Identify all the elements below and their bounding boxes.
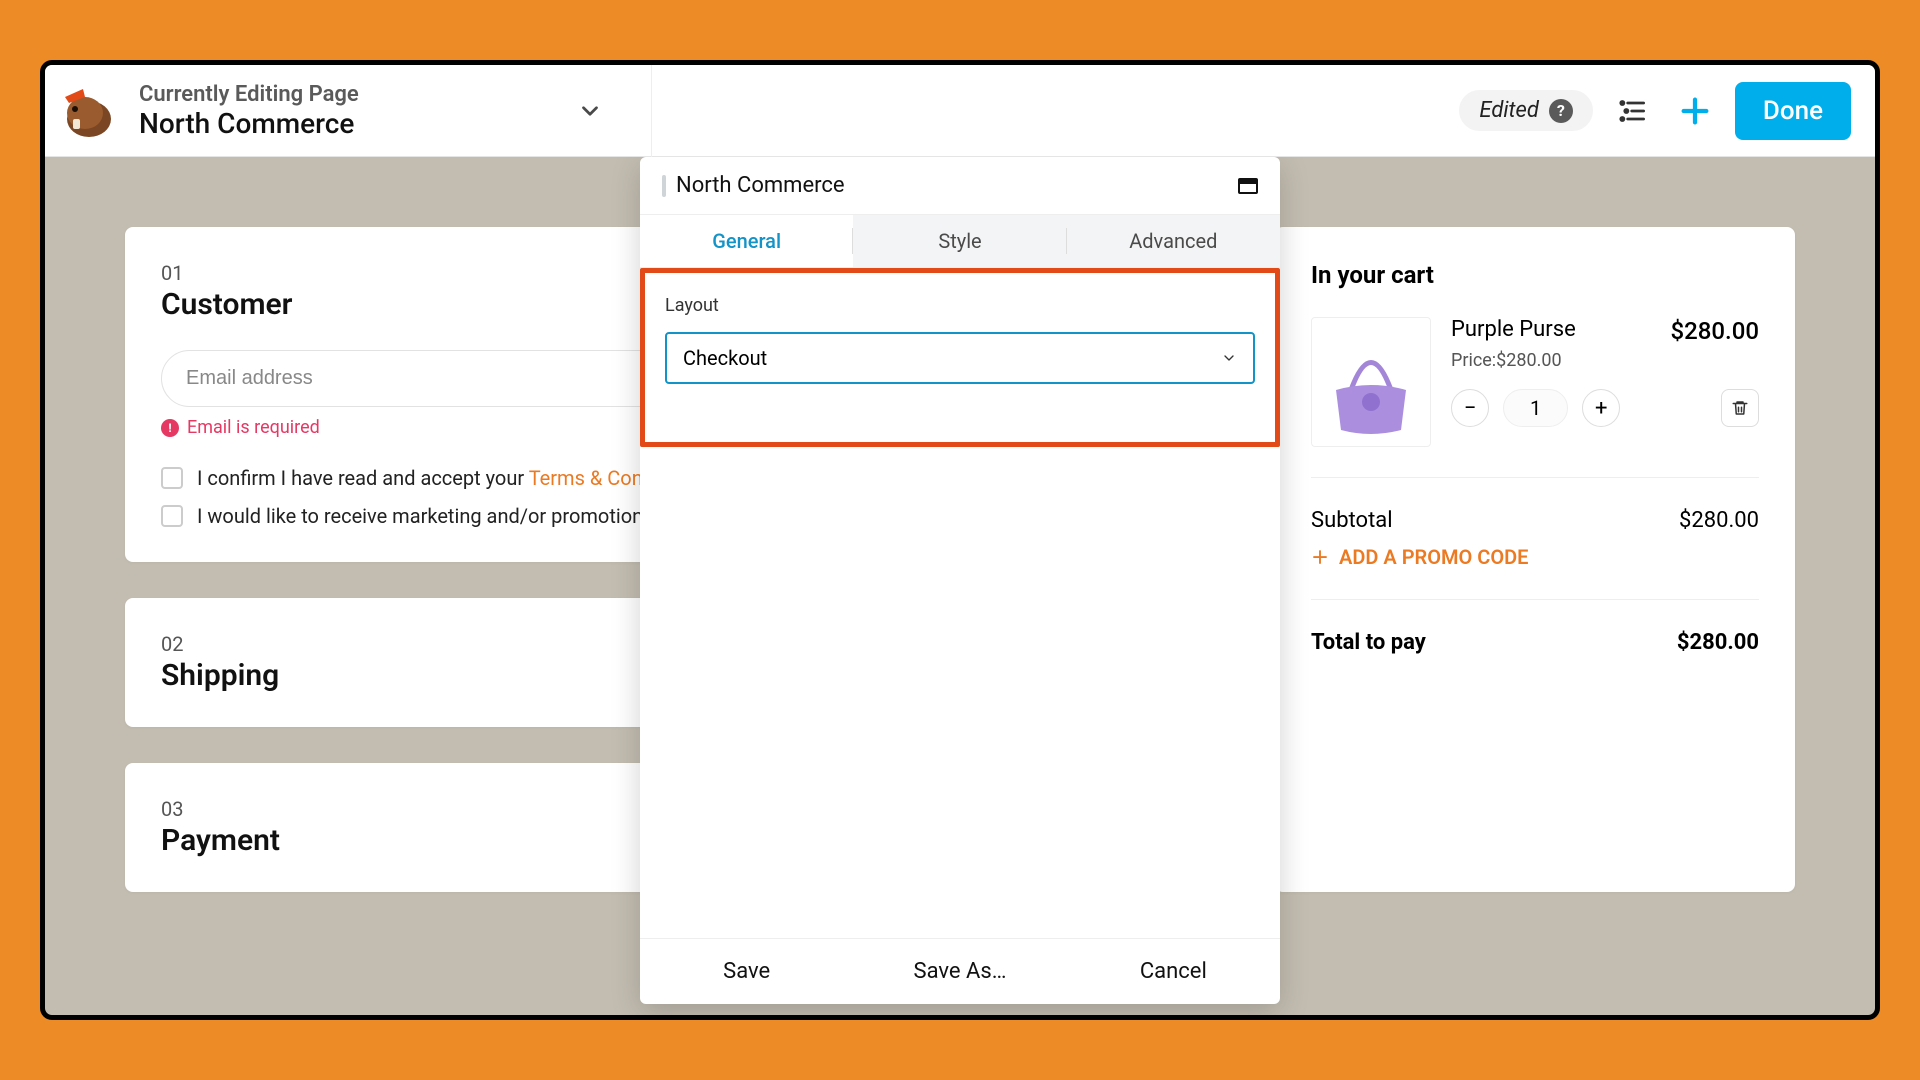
- save-button[interactable]: Save: [640, 939, 853, 1004]
- editing-label: Currently Editing Page: [139, 82, 359, 107]
- cart-heading: In your cart: [1311, 261, 1759, 289]
- panel-window-icon[interactable]: [1238, 178, 1258, 194]
- top-bar: Currently Editing Page North Commerce Ed…: [45, 65, 1875, 157]
- terms-text: I confirm I have read and accept your Te…: [197, 466, 703, 490]
- product-name: Purple Purse: [1451, 317, 1576, 342]
- layout-label: Layout: [665, 295, 1255, 316]
- cart-item: Purple Purse $280.00 Price:$280.00 − 1 +: [1311, 317, 1759, 447]
- help-icon: ?: [1549, 99, 1573, 123]
- unit-price: Price:$280.00: [1451, 350, 1759, 371]
- product-thumbnail: [1311, 317, 1431, 447]
- panel-footer: Save Save As… Cancel: [640, 938, 1280, 1004]
- layout-setting-highlight: Layout Checkout: [640, 268, 1280, 447]
- total-value: $280.00: [1677, 630, 1759, 655]
- promo-label: ADD A PROMO CODE: [1339, 545, 1528, 569]
- panel-title: North Commerce: [676, 173, 845, 198]
- page-canvas: 01 Customer ! Email is required I confir…: [45, 157, 1875, 1015]
- page-title-block: Currently Editing Page North Commerce: [139, 82, 359, 140]
- add-icon[interactable]: [1673, 89, 1717, 133]
- marketing-checkbox[interactable]: [161, 505, 183, 527]
- line-price: $280.00: [1670, 317, 1759, 345]
- beaver-logo-icon: [53, 77, 121, 145]
- panel-tabs: General Style Advanced: [640, 215, 1280, 268]
- module-settings-panel: North Commerce General Style Advanced La…: [640, 157, 1280, 1004]
- app-frame: Currently Editing Page North Commerce Ed…: [40, 60, 1880, 1020]
- tab-advanced[interactable]: Advanced: [1067, 215, 1280, 267]
- cancel-button[interactable]: Cancel: [1067, 939, 1280, 1004]
- save-as-button[interactable]: Save As…: [853, 939, 1066, 1004]
- edited-label: Edited: [1479, 98, 1538, 123]
- remove-item-button[interactable]: [1721, 389, 1759, 427]
- cart-summary: In your cart Purple Purse $280.00: [1275, 227, 1795, 892]
- subtotal-label: Subtotal: [1311, 508, 1393, 533]
- outline-icon[interactable]: [1611, 89, 1655, 133]
- total-label: Total to pay: [1311, 630, 1426, 655]
- qty-increase-button[interactable]: +: [1582, 389, 1620, 427]
- email-error-text: Email is required: [187, 417, 320, 438]
- error-icon: !: [161, 419, 179, 437]
- title-dropdown[interactable]: [577, 98, 603, 124]
- panel-header[interactable]: North Commerce: [640, 157, 1280, 215]
- qty-decrease-button[interactable]: −: [1451, 389, 1489, 427]
- done-button[interactable]: Done: [1735, 82, 1851, 140]
- page-title: North Commerce: [139, 107, 359, 140]
- edited-status[interactable]: Edited ?: [1459, 90, 1592, 131]
- divider: [651, 65, 652, 157]
- layout-value: Checkout: [683, 346, 767, 370]
- chevron-down-icon: [1221, 350, 1237, 366]
- tab-general[interactable]: General: [640, 215, 853, 267]
- subtotal-value: $280.00: [1679, 508, 1759, 533]
- tab-style[interactable]: Style: [853, 215, 1066, 267]
- add-promo-button[interactable]: ADD A PROMO CODE: [1311, 545, 1759, 569]
- terms-checkbox[interactable]: [161, 467, 183, 489]
- qty-value: 1: [1503, 389, 1568, 427]
- layout-select[interactable]: Checkout: [665, 332, 1255, 384]
